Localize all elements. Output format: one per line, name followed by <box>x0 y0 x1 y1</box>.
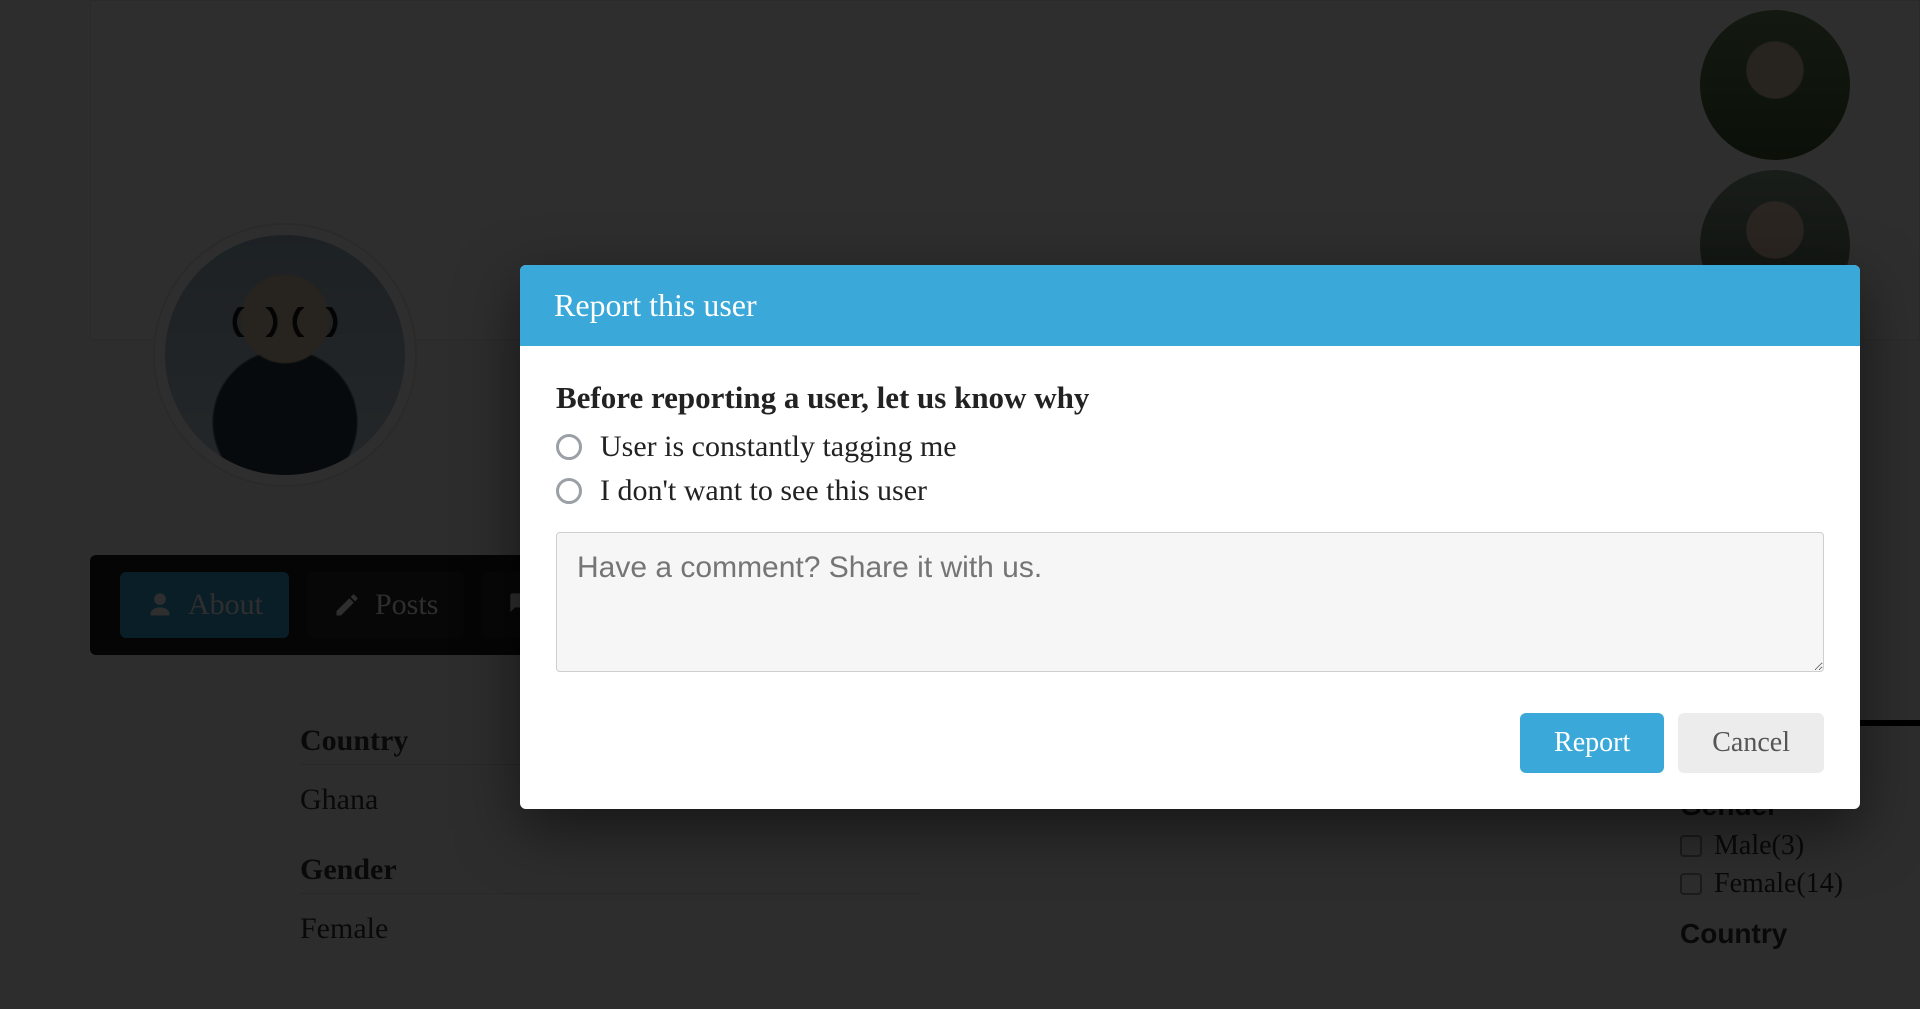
radio-icon <box>556 434 582 460</box>
modal-title: Report this user <box>520 265 1860 346</box>
reason-label: I don't want to see this user <box>600 474 927 508</box>
reason-option-tagging[interactable]: User is constantly tagging me <box>556 430 1824 464</box>
report-button[interactable]: Report <box>1520 713 1664 773</box>
modal-body: Before reporting a user, let us know why… <box>520 346 1860 687</box>
reason-option-hide-user[interactable]: I don't want to see this user <box>556 474 1824 508</box>
modal-prompt: Before reporting a user, let us know why <box>556 380 1824 416</box>
modal-footer: Report Cancel <box>520 687 1860 809</box>
report-comment-input[interactable] <box>556 532 1824 672</box>
cancel-button[interactable]: Cancel <box>1678 713 1824 773</box>
radio-icon <box>556 478 582 504</box>
reason-label: User is constantly tagging me <box>600 430 957 464</box>
report-user-modal: Report this user Before reporting a user… <box>520 265 1860 809</box>
